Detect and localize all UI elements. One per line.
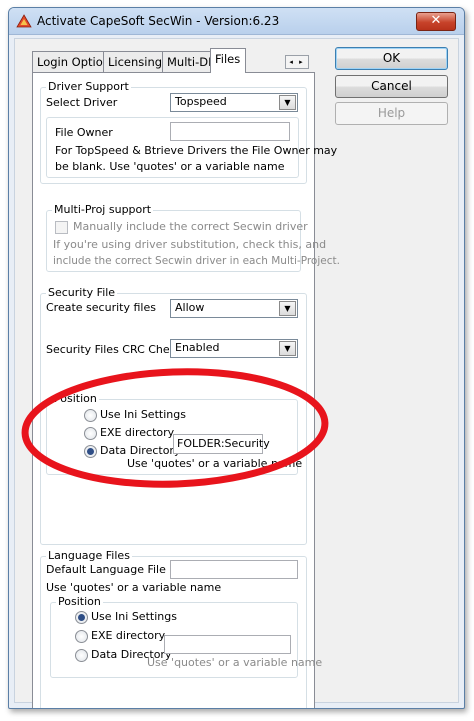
- language-files-label: Language Files: [46, 549, 132, 562]
- crc-check-label: Security Files CRC Check: [46, 343, 183, 356]
- language-files-help: Use 'quotes' or a variable name: [46, 581, 222, 594]
- dialog-window: Activate CapeSoft SecWin - Version:6.23 …: [8, 7, 465, 709]
- help-button[interactable]: Help: [335, 102, 448, 125]
- security-radio-exe[interactable]: [84, 427, 97, 440]
- language-radio-data[interactable]: [75, 649, 88, 662]
- multi-proj-help-line-1: If you're using driver substitution, che…: [53, 238, 327, 251]
- tab-multi-dll[interactable]: Multi-DLL: [162, 51, 221, 72]
- security-radio-ini-label: Use Ini Settings: [100, 408, 186, 421]
- files-tab-panel: Driver Support Select Driver Topspeed ▼ …: [32, 72, 340, 708]
- security-position-label: Position: [52, 392, 99, 405]
- tab-login-options[interactable]: Login Options: [32, 51, 116, 72]
- file-owner-help-line-2: be blank. Use 'quotes' or a variable nam…: [55, 160, 285, 173]
- security-radio-data-label: Data Directory: [100, 444, 181, 457]
- security-path-value: FOLDER:Security: [177, 437, 270, 450]
- security-radio-exe-label: EXE directory: [100, 426, 175, 439]
- window-title: Activate CapeSoft SecWin - Version:6.23: [37, 14, 280, 28]
- security-radio-data[interactable]: [84, 445, 97, 458]
- security-file-label: Security File: [46, 286, 118, 299]
- language-position-help: Use 'quotes' or a variable name: [147, 656, 323, 669]
- chevron-down-icon[interactable]: ▼: [279, 95, 296, 110]
- create-security-files-label: Create security files: [46, 301, 156, 314]
- default-language-file-input[interactable]: [170, 560, 298, 579]
- language-position-label: Position: [56, 595, 103, 608]
- multi-proj-help-line-2: include the correct Secwin driver in eac…: [53, 255, 340, 267]
- crc-check-select[interactable]: Enabled ▼: [170, 339, 298, 358]
- ok-button[interactable]: OK: [335, 47, 448, 70]
- language-radio-ini[interactable]: [75, 611, 88, 624]
- language-radio-exe-label: EXE directory: [91, 629, 166, 642]
- select-driver-label: Select Driver: [46, 96, 118, 109]
- driver-support-label: Driver Support: [46, 80, 131, 93]
- title-bar: Activate CapeSoft SecWin - Version:6.23 …: [9, 8, 464, 35]
- security-radio-ini[interactable]: [84, 409, 97, 422]
- tab-scroll-arrows[interactable]: ◂ ▸: [285, 55, 309, 69]
- manual-driver-checkbox[interactable]: [55, 221, 68, 234]
- multi-proj-label: Multi-Proj support: [52, 203, 154, 216]
- close-button[interactable]: ✕: [416, 12, 456, 31]
- tab-files[interactable]: Files: [210, 48, 246, 73]
- language-radio-ini-label: Use Ini Settings: [91, 610, 177, 623]
- file-owner-label: File Owner: [55, 126, 113, 139]
- manual-driver-checkbox-label: Manually include the correct Secwin driv…: [73, 220, 308, 233]
- create-security-files-value: Allow: [175, 301, 205, 314]
- driver-select[interactable]: Topspeed ▼: [170, 93, 298, 112]
- language-path-input[interactable]: [164, 635, 291, 654]
- language-radio-exe[interactable]: [75, 630, 88, 643]
- file-owner-help-line-1: For TopSpeed & Btrieve Drivers the File …: [55, 144, 338, 157]
- capesoft-triangle-icon: [16, 14, 32, 28]
- cancel-button[interactable]: Cancel: [335, 75, 448, 98]
- client-area: Login Options Licensing Multi-DLL Files …: [14, 38, 459, 708]
- create-security-files-select[interactable]: Allow ▼: [170, 299, 298, 318]
- file-owner-input[interactable]: [170, 122, 290, 141]
- tab-licensing[interactable]: Licensing: [103, 51, 163, 72]
- chevron-down-icon[interactable]: ▼: [279, 341, 296, 356]
- security-position-help: Use 'quotes' or a variable name: [127, 457, 303, 470]
- driver-select-value: Topspeed: [175, 95, 227, 108]
- chevron-down-icon[interactable]: ▼: [279, 301, 296, 316]
- crc-check-value: Enabled: [175, 341, 220, 354]
- security-path-input[interactable]: FOLDER:Security: [173, 434, 270, 454]
- default-language-file-label: Default Language File: [46, 563, 166, 576]
